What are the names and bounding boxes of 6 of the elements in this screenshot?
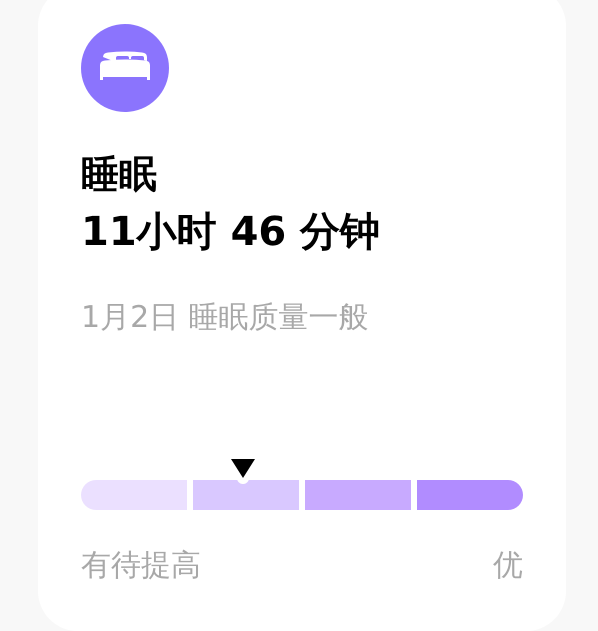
sleep-duration: 11小时 46 分钟 xyxy=(81,208,382,257)
scale-low-label: 有待提高 xyxy=(81,548,201,584)
sleep-summary: 1月2日 睡眠质量一般 xyxy=(81,299,370,337)
card-title: 睡眠 xyxy=(81,151,158,198)
bed-icon xyxy=(81,24,169,112)
scale-high-label: 优 xyxy=(493,548,523,584)
